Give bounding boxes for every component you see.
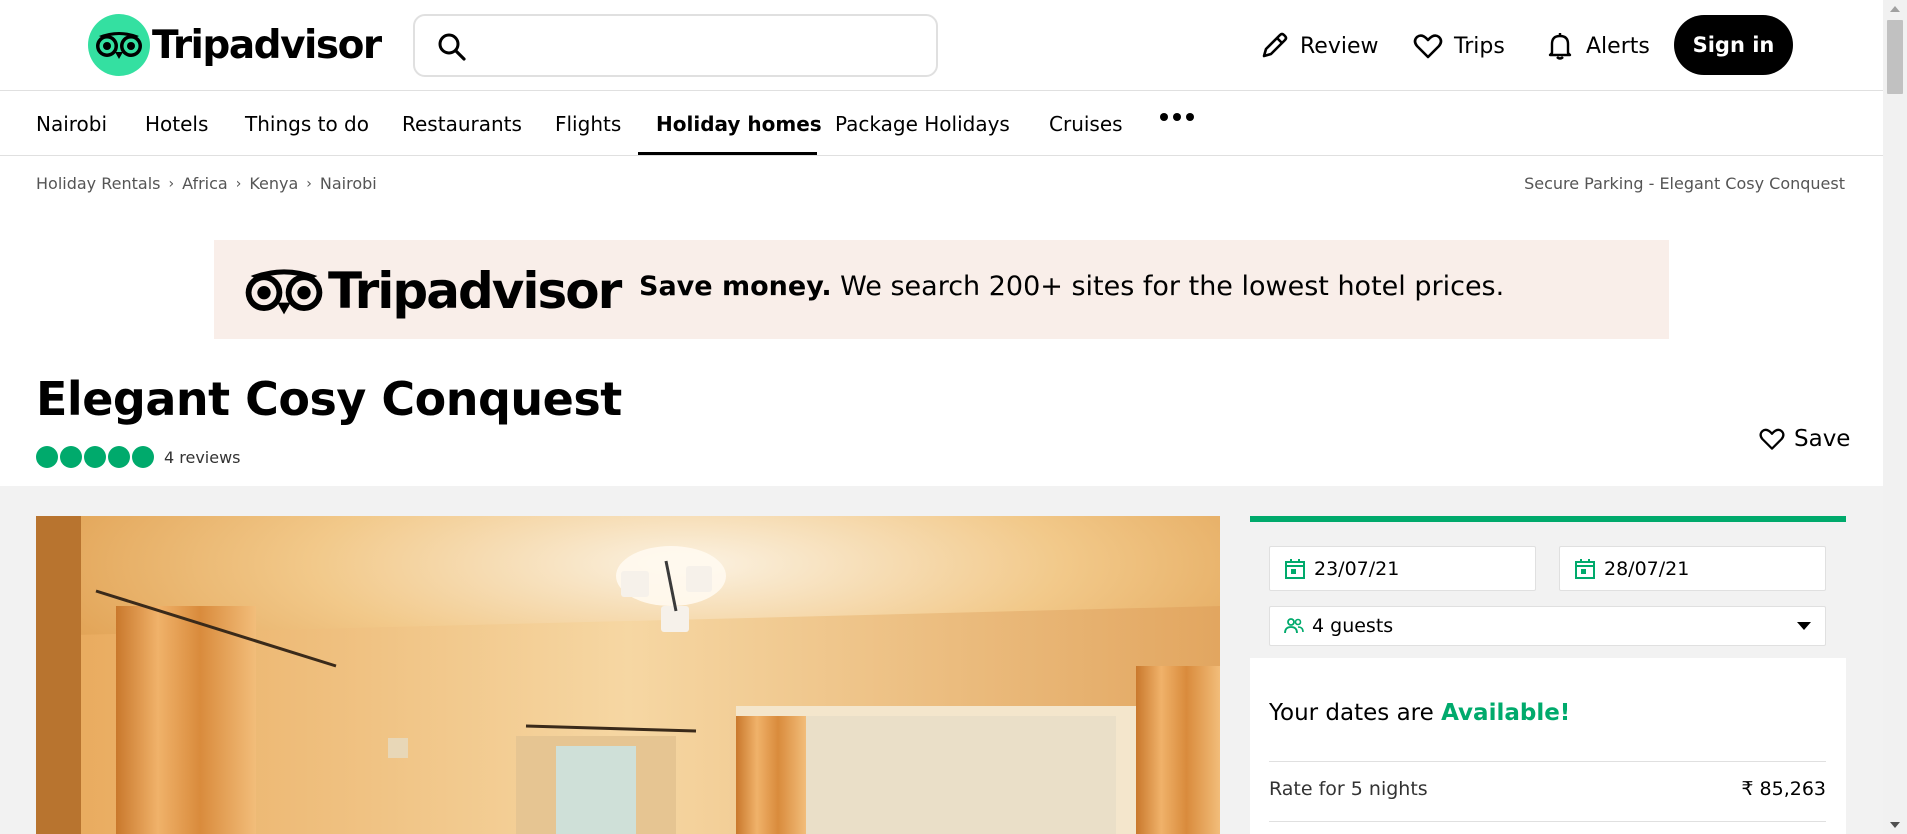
rating-bubble-icon — [84, 446, 106, 468]
nav-item-cruises[interactable]: Cruises — [1049, 91, 1123, 156]
owl-logo-icon — [88, 14, 150, 76]
nav-item-nairobi[interactable]: Nairobi — [36, 91, 107, 156]
nav-item-package-holidays[interactable]: Package Holidays — [835, 91, 1010, 156]
rating-bubble-icon — [132, 446, 154, 468]
breadcrumb: Holiday Rentals › Africa › Kenya › Nairo… — [36, 174, 377, 193]
chevron-right-icon: › — [168, 175, 175, 192]
listing-title: Elegant Cosy Conquest — [36, 372, 622, 426]
check-out-date-field[interactable]: 28/07/21 — [1559, 546, 1826, 591]
breadcrumb-current-listing: Secure Parking - Elegant Cosy Conquest — [1524, 174, 1845, 193]
breadcrumb-holiday-rentals[interactable]: Holiday Rentals — [36, 174, 160, 193]
heart-icon — [1759, 428, 1785, 450]
rate-label: Rate for 5 nights — [1269, 778, 1428, 800]
trips-link[interactable]: Trips — [1412, 26, 1505, 66]
divider — [1269, 761, 1826, 762]
scroll-down-arrow-icon[interactable] — [1890, 822, 1900, 828]
banner-logo-text: Tripadvisor — [328, 262, 622, 320]
rating-row: 4 reviews — [36, 446, 241, 468]
heart-icon — [1413, 34, 1443, 59]
availability-status: Available! — [1441, 700, 1571, 726]
tripadvisor-logo[interactable]: Tripadvisor — [88, 14, 382, 76]
divider — [1269, 821, 1826, 822]
search-input[interactable] — [485, 26, 915, 66]
chevron-right-icon: › — [235, 175, 242, 192]
scroll-thumb[interactable] — [1887, 20, 1903, 94]
breadcrumb-africa[interactable]: Africa — [182, 174, 228, 193]
owl-logo-icon — [245, 269, 323, 315]
nav-item-hotels[interactable]: Hotels — [145, 91, 208, 156]
guests-value: 4 guests — [1312, 615, 1394, 637]
listing-photo[interactable] — [36, 516, 1220, 834]
reviews-count-link[interactable]: 4 reviews — [164, 448, 241, 467]
top-header: Tripadvisor Review Trips Alerts Sign in — [0, 0, 1883, 91]
logo-text: Tripadvisor — [152, 22, 382, 68]
nav-item-holiday-homes[interactable]: Holiday homes — [656, 91, 822, 156]
check-in-value: 23/07/21 — [1314, 557, 1400, 580]
more-options-icon[interactable] — [1160, 113, 1194, 121]
search-icon — [438, 33, 466, 61]
pencil-icon — [1262, 32, 1288, 58]
availability-prefix: Your dates are — [1269, 700, 1442, 726]
search-box[interactable] — [413, 14, 938, 77]
availability-message: Your dates are Available! — [1269, 700, 1570, 726]
scroll-up-arrow-icon[interactable] — [1890, 6, 1900, 12]
save-label: Save — [1794, 426, 1851, 452]
banner-logo: Tripadvisor — [244, 262, 622, 320]
breadcrumb-nairobi[interactable]: Nairobi — [320, 174, 377, 193]
review-link[interactable]: Review — [1258, 26, 1379, 66]
booking-panel: 23/07/21 28/07/21 4 guests Your dates ar… — [1250, 516, 1846, 834]
rating-bubble-icon — [108, 446, 130, 468]
caret-down-icon — [1797, 622, 1811, 630]
page-scrollbar[interactable] — [1883, 0, 1907, 834]
banner-bold-text: Save money. — [639, 271, 832, 302]
nav-item-restaurants[interactable]: Restaurants — [402, 91, 522, 156]
check-in-date-field[interactable]: 23/07/21 — [1269, 546, 1536, 591]
banner-message: Save money. We search 200+ sites for the… — [639, 271, 1504, 302]
calendar-icon — [1575, 558, 1595, 579]
check-out-value: 28/07/21 — [1604, 557, 1690, 580]
nav-item-things-to-do[interactable]: Things to do — [245, 91, 369, 156]
rating-bubble-icon — [60, 446, 82, 468]
calendar-icon — [1285, 558, 1305, 579]
bell-icon — [1548, 33, 1572, 60]
category-nav: Nairobi Hotels Things to do Restaurants … — [0, 91, 1883, 156]
save-button[interactable]: Save — [1758, 425, 1850, 453]
nav-item-flights[interactable]: Flights — [555, 91, 621, 156]
promo-banner[interactable]: Tripadvisor Save money. We search 200+ s… — [214, 240, 1669, 339]
rate-value: ₹ 85,263 — [1741, 778, 1826, 800]
banner-body-text: We search 200+ sites for the lowest hote… — [831, 271, 1505, 302]
trips-label: Trips — [1454, 33, 1505, 59]
bedroom-photo-image — [36, 516, 1220, 834]
review-label: Review — [1300, 33, 1379, 59]
sign-in-button[interactable]: Sign in — [1674, 15, 1793, 75]
alerts-label: Alerts — [1586, 33, 1650, 59]
guests-select[interactable]: 4 guests — [1269, 606, 1826, 646]
chevron-right-icon: › — [306, 175, 312, 192]
booking-inputs-area: 23/07/21 28/07/21 4 guests — [1250, 516, 1846, 658]
breadcrumb-kenya[interactable]: Kenya — [249, 174, 298, 193]
rating-bubble-icon — [36, 446, 58, 468]
alerts-link[interactable]: Alerts — [1544, 26, 1650, 66]
active-tab-underline — [638, 152, 817, 155]
guests-icon — [1284, 618, 1304, 634]
